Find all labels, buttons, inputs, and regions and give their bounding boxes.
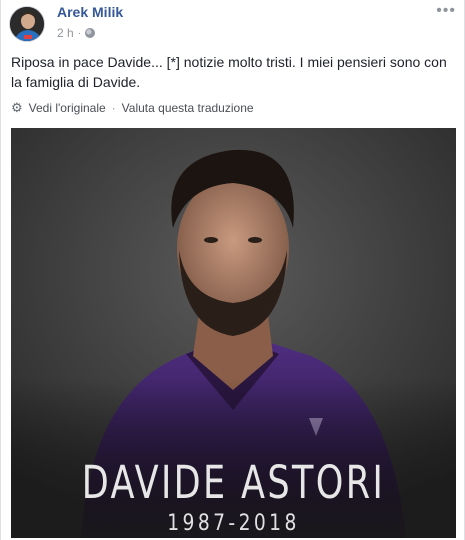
post-time[interactable]: 2 h: [57, 26, 74, 40]
photo-name-text: DAVIDE ASTORI: [81, 456, 386, 509]
avatar-image: [10, 7, 44, 41]
post-photo[interactable]: DAVIDE ASTORI 1987-2018: [11, 128, 456, 538]
translation-separator: ·: [111, 101, 116, 115]
meta-separator: ·: [77, 27, 82, 39]
post-meta: 2 h ·: [57, 26, 96, 40]
gear-icon[interactable]: ⚙: [11, 100, 23, 116]
translation-bar: ⚙ Vedi l'originale · Valuta questa tradu…: [11, 100, 254, 116]
rate-translation-link[interactable]: Valuta questa traduzione: [122, 101, 254, 115]
author-avatar[interactable]: [9, 6, 45, 42]
globe-icon[interactable]: [85, 28, 96, 38]
post-text: Riposa in pace Davide... [*] notizie mol…: [11, 54, 447, 90]
photo-years-text: 1987-2018: [167, 511, 300, 536]
author-name[interactable]: Arek Milik: [57, 4, 123, 20]
see-original-link[interactable]: Vedi l'originale: [29, 101, 106, 115]
facebook-post: Arek Milik 2 h · ••• Riposa in pace Davi…: [0, 0, 465, 540]
more-options-icon[interactable]: •••: [436, 2, 456, 20]
